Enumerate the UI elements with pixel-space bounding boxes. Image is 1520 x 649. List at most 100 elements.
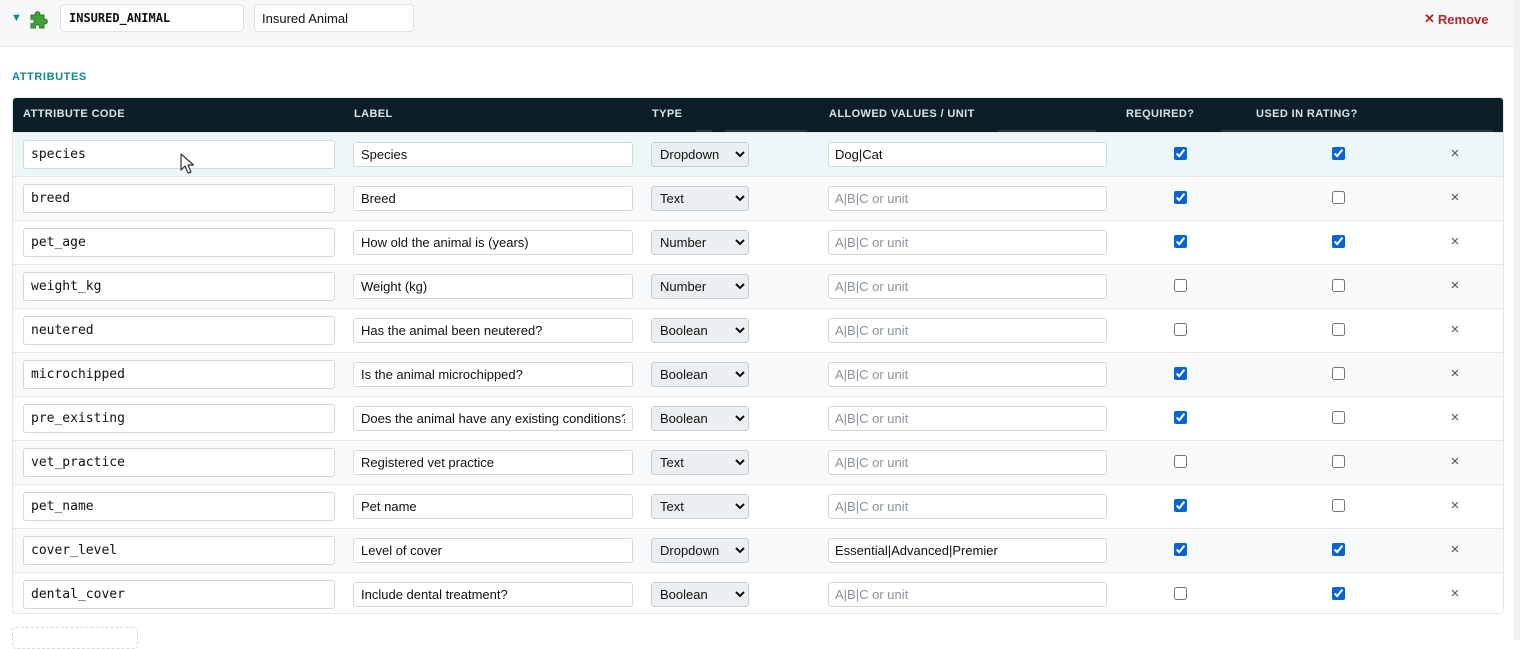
header-attribute-code: ATTRIBUTE CODE (23, 108, 125, 120)
attribute-type-select[interactable]: TextNumberDropdownBoolean (651, 186, 749, 211)
header-label: LABEL (354, 108, 393, 120)
attribute-code-input[interactable] (23, 140, 335, 169)
attribute-type-select[interactable]: TextNumberDropdownBoolean (651, 450, 749, 475)
used-in-rating-checkbox[interactable] (1332, 279, 1345, 292)
attribute-code-input[interactable] (23, 272, 335, 301)
required-checkbox[interactable] (1174, 235, 1187, 248)
attribute-label-input[interactable] (353, 362, 633, 387)
allowed-values-input[interactable] (828, 318, 1107, 343)
attribute-code-input[interactable] (23, 536, 335, 565)
required-checkbox[interactable] (1174, 455, 1187, 468)
required-checkbox[interactable] (1174, 543, 1187, 556)
attribute-label-input[interactable] (353, 230, 633, 255)
attribute-label-input[interactable] (353, 450, 633, 475)
table-row: TextNumberDropdownBoolean × (13, 220, 1503, 264)
used-in-rating-checkbox[interactable] (1332, 455, 1345, 468)
collapse-toggle[interactable]: ▼ (11, 12, 22, 24)
page-scrollbar[interactable] (1514, 0, 1520, 640)
allowed-values-input[interactable] (828, 582, 1107, 607)
table-row: TextNumberDropdownBoolean × (13, 264, 1503, 308)
attribute-type-select[interactable]: TextNumberDropdownBoolean (651, 406, 749, 431)
used-in-rating-checkbox[interactable] (1332, 587, 1345, 600)
attribute-label-input[interactable] (353, 274, 633, 299)
header-type: TYPE (652, 108, 683, 120)
allowed-values-input[interactable] (828, 450, 1107, 475)
attribute-code-input[interactable] (23, 360, 335, 389)
used-in-rating-checkbox[interactable] (1332, 323, 1345, 336)
delete-row-button[interactable]: × (1445, 496, 1465, 516)
attribute-type-select[interactable]: TextNumberDropdownBoolean (651, 142, 749, 167)
table-row: TextNumberDropdownBoolean × (13, 308, 1503, 352)
delete-row-button[interactable]: × (1445, 188, 1465, 208)
delete-row-button[interactable]: × (1445, 408, 1465, 428)
header-required: REQUIRED? (1126, 108, 1195, 120)
required-checkbox[interactable] (1174, 587, 1187, 600)
used-in-rating-checkbox[interactable] (1332, 191, 1345, 204)
allowed-values-input[interactable] (828, 494, 1107, 519)
required-checkbox[interactable] (1174, 499, 1187, 512)
delete-row-button[interactable]: × (1445, 364, 1465, 384)
attribute-code-input[interactable] (23, 448, 335, 477)
allowed-values-input[interactable] (828, 274, 1107, 299)
table-row: TextNumberDropdownBoolean × (13, 176, 1503, 220)
entity-code-input[interactable] (60, 4, 244, 32)
mouse-cursor-icon (180, 153, 195, 174)
allowed-values-input[interactable] (828, 186, 1107, 211)
add-attribute-button[interactable] (12, 627, 138, 649)
attribute-type-select[interactable]: TextNumberDropdownBoolean (651, 274, 749, 299)
attribute-type-select[interactable]: TextNumberDropdownBoolean (651, 318, 749, 343)
delete-row-button[interactable]: × (1445, 144, 1465, 164)
delete-row-button[interactable]: × (1445, 320, 1465, 340)
used-in-rating-checkbox[interactable] (1332, 543, 1345, 556)
used-in-rating-checkbox[interactable] (1332, 411, 1345, 424)
allowed-values-input[interactable] (828, 230, 1107, 255)
attribute-label-input[interactable] (353, 186, 633, 211)
attribute-code-input[interactable] (23, 228, 335, 257)
remove-entity-button[interactable]: ✕ Remove (1420, 10, 1492, 28)
attribute-type-select[interactable]: TextNumberDropdownBoolean (651, 494, 749, 519)
entity-header: ▼ ✕ Remove (0, 0, 1520, 47)
attribute-code-input[interactable] (23, 184, 335, 213)
allowed-values-input[interactable] (828, 538, 1107, 563)
allowed-values-input[interactable] (828, 362, 1107, 387)
attribute-label-input[interactable] (353, 318, 633, 343)
used-in-rating-checkbox[interactable] (1332, 499, 1345, 512)
attribute-label-input[interactable] (353, 538, 633, 563)
attribute-label-input[interactable] (353, 582, 633, 607)
remove-label: Remove (1437, 11, 1489, 27)
attribute-type-select[interactable]: TextNumberDropdownBoolean (651, 362, 749, 387)
attribute-code-input[interactable] (23, 580, 335, 609)
attribute-type-select[interactable]: TextNumberDropdownBoolean (651, 538, 749, 563)
delete-row-button[interactable]: × (1445, 276, 1465, 296)
allowed-values-input[interactable] (828, 406, 1107, 431)
attribute-label-input[interactable] (353, 494, 633, 519)
required-checkbox[interactable] (1174, 323, 1187, 336)
used-in-rating-checkbox[interactable] (1332, 367, 1345, 380)
entity-label-input[interactable] (254, 4, 414, 32)
allowed-values-input[interactable] (828, 142, 1107, 167)
required-checkbox[interactable] (1174, 411, 1187, 424)
header-allowed-values: ALLOWED VALUES / UNIT (829, 108, 975, 120)
delete-row-button[interactable]: × (1445, 584, 1465, 604)
table-row: TextNumberDropdownBoolean × (13, 352, 1503, 396)
attribute-label-input[interactable] (353, 406, 633, 431)
required-checkbox[interactable] (1174, 279, 1187, 292)
attribute-code-input[interactable] (23, 492, 335, 521)
used-in-rating-checkbox[interactable] (1332, 147, 1345, 160)
used-in-rating-checkbox[interactable] (1332, 235, 1345, 248)
delete-row-button[interactable]: × (1445, 452, 1465, 472)
attribute-type-select[interactable]: TextNumberDropdownBoolean (651, 582, 749, 607)
attribute-code-input[interactable] (23, 316, 335, 345)
delete-row-button[interactable]: × (1445, 540, 1465, 560)
attribute-type-select[interactable]: TextNumberDropdownBoolean (651, 230, 749, 255)
delete-row-button[interactable]: × (1445, 232, 1465, 252)
attribute-code-input[interactable] (23, 404, 335, 433)
required-checkbox[interactable] (1174, 147, 1187, 160)
required-checkbox[interactable] (1174, 367, 1187, 380)
table-row: TextNumberDropdownBoolean × (13, 440, 1503, 484)
attribute-label-input[interactable] (353, 142, 633, 167)
required-checkbox[interactable] (1174, 191, 1187, 204)
section-title: ATTRIBUTES (12, 71, 87, 83)
table-header: ATTRIBUTE CODE LABEL TYPE ALLOWED VALUES… (13, 98, 1503, 132)
table-row: TextNumberDropdownBoolean × (13, 396, 1503, 440)
